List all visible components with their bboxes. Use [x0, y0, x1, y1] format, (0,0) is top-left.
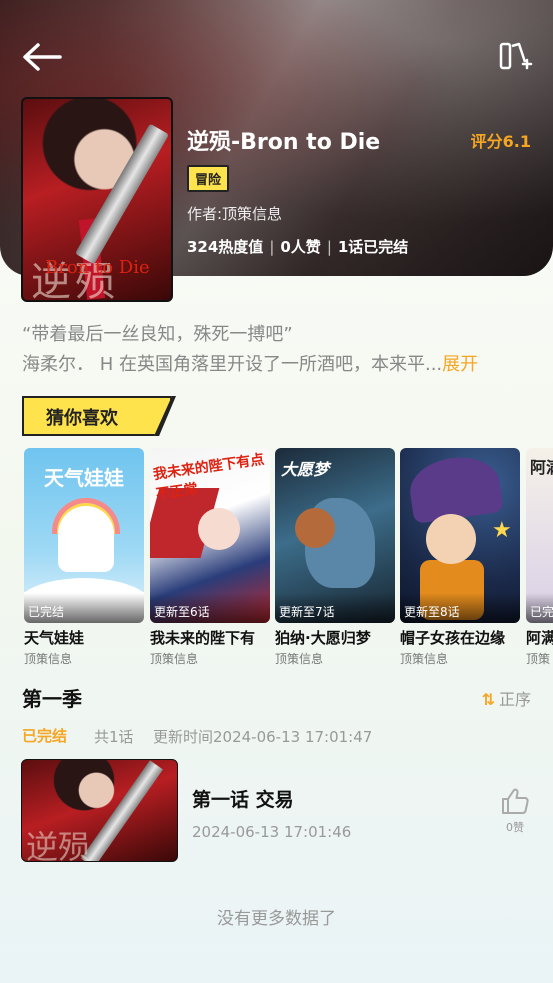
episode-title: 第一话 交易 — [192, 789, 294, 811]
recommend-title: 阿满 — [526, 629, 553, 647]
like-count: 0人赞 — [280, 238, 321, 256]
episode-like-count: 0赞 — [506, 821, 524, 834]
comic-title: 逆殒-Bron to Die — [187, 130, 381, 155]
expand-button[interactable]: 展开 — [442, 354, 478, 375]
episode-item[interactable]: 逆殒 第一话 交易 2024-06-13 17:01:46 0赞 — [21, 759, 533, 863]
character-art — [198, 508, 240, 550]
update-badge: 已完结 — [24, 593, 144, 623]
update-badge: 更新至8话 — [400, 593, 520, 623]
thumbnail-title-art: 阿满 — [530, 458, 553, 477]
recommend-item[interactable]: 大愿梦 更新至7话 狛纳·大愿归梦 顶策信息 — [275, 448, 395, 667]
recommend-title: 我未来的陛下有 — [150, 629, 256, 647]
doll-art — [58, 506, 114, 572]
recommend-thumbnail: 阿满 已完 — [526, 448, 553, 623]
hat-art — [406, 452, 504, 524]
recommend-author: 顶策信息 — [150, 652, 199, 666]
thumbnail-title-art: 逆殒 — [26, 828, 91, 862]
cover-art-blade — [74, 123, 170, 265]
comic-stats: 324热度值 | 0人赞 | 1话已完结 — [187, 236, 408, 257]
update-badge: 更新至6话 — [150, 593, 270, 623]
recommend-thumbnail: 我未来的陛下有点不正常 更新至6话 — [150, 448, 270, 623]
divider: | — [326, 238, 332, 256]
recommend-author: 顶策信息 — [400, 652, 449, 666]
recommend-thumbnail: 大愿梦 更新至7话 — [275, 448, 395, 623]
recommend-list[interactable]: 天气娃娃 已完结 天气娃娃 顶策信息 我未来的陛下有点不正常 更新至6话 我未来… — [24, 448, 553, 668]
fist-art — [295, 508, 335, 548]
thumbnail-title-art: 天气娃娃 — [44, 466, 124, 490]
description-text: 海柔尔． H 在英国角落里开设了一所酒吧，本来平...展开 — [22, 350, 478, 376]
comic-rating: 评分6.1 — [470, 132, 531, 151]
description-body: 海柔尔． H 在英国角落里开设了一所酒吧，本来平... — [22, 354, 443, 375]
episode-date: 2024-06-13 17:01:46 — [192, 823, 352, 841]
episode-like-button[interactable]: 0赞 — [497, 787, 533, 835]
comic-cover[interactable]: 逆殒 Bron to Die — [21, 97, 173, 302]
recommend-item[interactable]: ★ 更新至8话 帽子女孩在边缘 顶策信息 — [400, 448, 520, 667]
thumbnail-title-art: 我未来的陛下有点不正常 — [152, 451, 266, 503]
episode-thumbnail: 逆殒 — [21, 759, 178, 862]
character-art — [426, 514, 476, 564]
thumbnail-art-blade — [81, 760, 163, 861]
recommend-thumbnail: ★ 更新至8话 — [400, 448, 520, 623]
update-badge: 已完 — [526, 593, 553, 623]
thumbnail-title-art: 大愿梦 — [281, 460, 330, 479]
thumbs-up-icon — [502, 788, 529, 814]
back-button[interactable] — [20, 40, 64, 74]
recommend-author: 顶策信息 — [24, 652, 73, 666]
recommend-thumbnail: 天气娃娃 已完结 — [24, 448, 144, 623]
bookshelf-add-icon — [499, 42, 533, 70]
update-time: 更新时间2024-06-13 17:01:47 — [153, 728, 373, 746]
star-icon: ★ — [492, 518, 512, 543]
chapter-status: 1话已完结 — [337, 238, 409, 256]
recommend-section-title: 猜你喜欢 — [46, 408, 118, 429]
arrow-left-icon — [23, 43, 62, 71]
episode-count: 共1话 — [94, 728, 134, 746]
sort-icon: ⇅ — [481, 690, 495, 709]
recommend-author: 顶策信息 — [275, 652, 324, 666]
cover-subtitle-art: Bron to Die — [45, 257, 150, 278]
update-badge: 更新至7话 — [275, 593, 395, 623]
recommend-item[interactable]: 我未来的陛下有点不正常 更新至6话 我未来的陛下有 顶策信息 — [150, 448, 270, 667]
genre-tag[interactable]: 冒险 — [187, 165, 230, 192]
season-status: 已完结 — [22, 727, 68, 745]
description-quote: “带着最后一丝良知，殊死一搏吧” — [22, 324, 293, 345]
recommend-item[interactable]: 阿满 已完 阿满 顶策 — [526, 448, 553, 667]
sort-order-button[interactable]: ⇅ 正序 — [482, 686, 531, 710]
heat-value: 324热度值 — [187, 238, 264, 256]
comic-author[interactable]: 作者:顶策信息 — [187, 203, 282, 224]
season-title[interactable]: 第一季 — [22, 683, 82, 712]
recommend-title: 帽子女孩在边缘 — [400, 629, 506, 647]
add-to-bookshelf-button[interactable] — [497, 40, 533, 74]
recommend-item[interactable]: 天气娃娃 已完结 天气娃娃 顶策信息 — [24, 448, 144, 667]
recommend-author: 顶策 — [526, 652, 551, 666]
divider: | — [269, 238, 275, 256]
recommend-title: 天气娃娃 — [24, 629, 85, 647]
sort-label: 正序 — [498, 690, 531, 709]
no-more-data-text: 没有更多数据了 — [217, 909, 336, 929]
recommend-title: 狛纳·大愿归梦 — [275, 629, 371, 647]
